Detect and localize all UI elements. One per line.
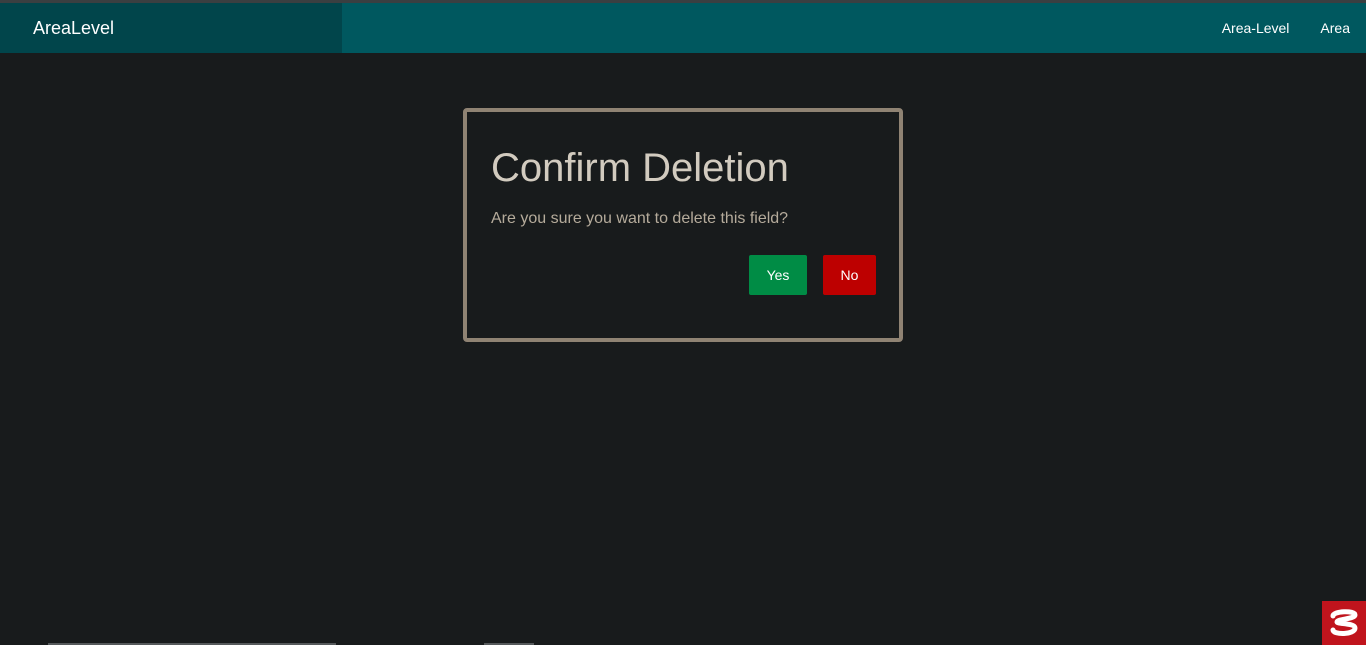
confirm-deletion-dialog: Confirm Deletion Are you sure you want t… xyxy=(463,108,903,342)
dialog-title: Confirm Deletion xyxy=(491,146,789,190)
nav-link-area[interactable]: Area xyxy=(1320,20,1350,36)
brand-link[interactable]: AreaLevel xyxy=(0,3,342,53)
app-logo-icon[interactable] xyxy=(1322,601,1366,645)
nav-link-area-level[interactable]: Area-Level xyxy=(1222,20,1290,36)
no-button[interactable]: No xyxy=(823,255,876,295)
yes-button[interactable]: Yes xyxy=(749,255,807,295)
app-logo-icon-glyph xyxy=(1330,609,1358,636)
dialog-message: Are you sure you want to delete this fie… xyxy=(491,210,789,227)
nav-links: Area-Level Area xyxy=(1222,3,1350,53)
navbar: AreaLevel Area-Level Area xyxy=(0,3,1366,53)
